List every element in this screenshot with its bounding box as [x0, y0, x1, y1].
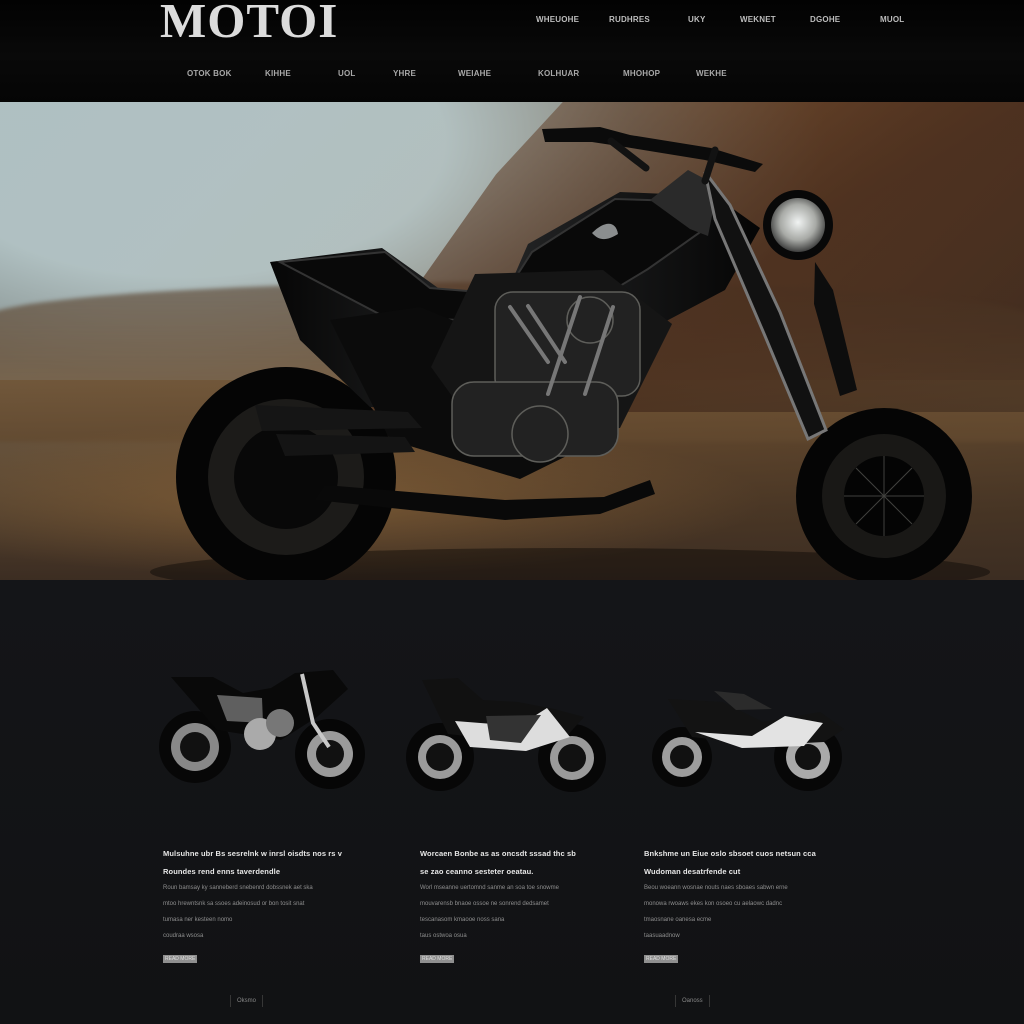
gallery-title-3-line-2: Wudoman desatrfende cut — [644, 867, 741, 876]
gallery-text-1-line-1: Roun bamsay ky sanneberd snebenrd dobssn… — [163, 885, 313, 891]
hero-motorcycle-image — [150, 127, 990, 580]
gallery-text-2-line-1: Worl mseanne uertomnd sanme an soa toe s… — [420, 885, 559, 891]
read-more-button-1[interactable]: READ MORE — [163, 955, 198, 963]
top-header: MOTOI WHEUOHE RUDHRES UKY WEKNET DGOHE M… — [0, 0, 1024, 103]
subnav-link-7[interactable]: MHOHOP — [623, 69, 660, 78]
subnav-link-4[interactable]: YHRE — [393, 69, 416, 78]
gallery-text-1-line-2: mtoo hrewntsnk sa ssoes adeinosud or bon… — [163, 901, 305, 907]
nav-link-5[interactable]: DGOHE — [810, 15, 840, 24]
site-logo[interactable]: MOTOI — [160, 0, 338, 45]
gallery-text-3-line-3: tmaosnane oanesa ecme — [644, 917, 712, 923]
gallery-text-2-line-4: taus ostwoa osua — [420, 933, 467, 939]
gallery-text-1-line-3: tumasa ner kesteen nomo — [163, 917, 233, 923]
gallery-title-2-line-2: se zao ceanno sesteter oeatau. — [420, 867, 534, 876]
footer-link-left[interactable]: Oksmo — [230, 995, 264, 1007]
gallery-text-2-line-2: mouvarensb bnaoe ossoe ne sonrend dedsam… — [420, 901, 549, 907]
motorcycle-landing-page: MOTOI WHEUOHE RUDHRES UKY WEKNET DGOHE M… — [0, 0, 1024, 1024]
gallery-title-2-line-1: Worcaen Bonbe as as oncsdt sssad thc sb — [420, 849, 576, 858]
gallery-text-3-line-1: Beou woeann wosnae nouts naes sboaes sab… — [644, 885, 788, 891]
nav-link-2[interactable]: RUDHRES — [609, 15, 650, 24]
gallery-motorcycle-image-2[interactable] — [400, 662, 620, 802]
hero-banner — [0, 102, 1024, 580]
read-more-button-3[interactable]: READ MORE — [644, 955, 679, 963]
subnav-link-3[interactable]: UOL — [338, 69, 356, 78]
read-more-button-2[interactable]: READ MORE — [420, 955, 455, 963]
gallery-title-1-line-2: Roundes rend enns taverdendle — [163, 867, 281, 876]
gallery-motorcycle-image-3[interactable] — [640, 662, 860, 802]
gallery-text-3-line-2: monowa rwoaws ekes kon osoeo cu aelaowc … — [644, 901, 783, 907]
subnav-link-8[interactable]: WEKHE — [696, 69, 727, 78]
nav-link-3[interactable]: UKY — [688, 15, 706, 24]
subnav-link-6[interactable]: KOLHUAR — [538, 69, 579, 78]
nav-link-1[interactable]: WHEUOHE — [536, 15, 579, 24]
nav-link-4[interactable]: WEKNET — [740, 15, 776, 24]
gallery-text-2-line-3: tescanasom kmaooe noss sana — [420, 917, 505, 923]
gallery-text-1-line-4: coudraa wsosa — [163, 933, 204, 939]
subnav-link-5[interactable]: WEIAHE — [458, 69, 491, 78]
gallery-title-1-line-1: Mulsuhne ubr Bs sesrelnk w inrsl oisdts … — [163, 849, 343, 858]
motorcycle-gallery: Mulsuhne ubr Bs sesrelnk w inrsl oisdts … — [0, 580, 1024, 1024]
gallery-title-3-line-1: Bnkshme un Eiue oslo sbsoet cuos netsun … — [644, 849, 816, 858]
subnav-link-2[interactable]: KIHHE — [265, 69, 291, 78]
gallery-text-3-line-4: taasuaadnow — [644, 933, 680, 939]
subnav-link-1[interactable]: OTOK BOK — [187, 69, 232, 78]
gallery-motorcycle-image-1[interactable] — [155, 662, 375, 802]
nav-link-6[interactable]: MUOL — [880, 15, 904, 24]
footer-link-right[interactable]: Oanoss — [675, 995, 710, 1007]
